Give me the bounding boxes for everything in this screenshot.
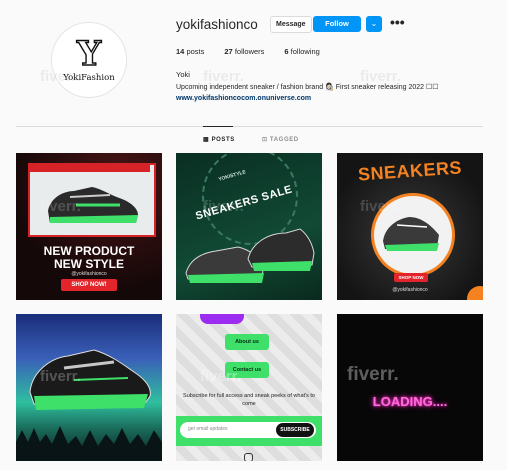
chevron-down-icon: ⌄ [370,19,378,28]
post-1-subheading: NEW STYLE [53,257,124,271]
following-label: following [290,47,320,56]
post-1-handle: @yokifashionco [71,271,107,277]
email-placeholder: get email updates [188,426,228,432]
avatar-logo-name: YokiFashion [63,73,115,83]
post-1-heading: NEW PRODUCT [43,244,135,258]
sneaker-image [383,217,439,251]
post-5-contact-button: Contact us [225,362,269,378]
posts-count: 14 [176,47,185,56]
tab-tagged[interactable]: ⊡ TAGGED [262,136,299,143]
followers-label: followers [234,47,265,56]
sneaker-pair-image [185,228,315,283]
post-6-heading: LOADING.... [372,394,448,409]
forest-silhouette [16,426,162,461]
profile-avatar[interactable]: Y YokiFashion [51,22,127,98]
post-tile-6[interactable]: fiverr. LOADING.... [337,314,483,461]
post-tile-2[interactable]: YOKISTYLE SNEAKERS SALE [176,153,322,300]
post-5-about-button: About us [225,334,269,350]
followers-stat[interactable]: 27 followers [224,47,264,56]
tab-tagged-label: TAGGED [269,137,299,143]
sneaker-image [29,349,151,410]
post-3-handle: @yokifashionco [392,287,428,293]
post-5-subscribe-button: SUBSCRIBE [276,423,314,437]
profile-stats: 14 posts 27 followers 6 following [176,47,340,56]
post-3-cta: SHOP NOW [394,273,428,282]
message-button[interactable]: Message [270,16,312,33]
post-1-cta: SHOP NOW! [61,279,117,291]
follow-button[interactable]: Follow [313,16,361,32]
avatar-logo-letter: Y [76,34,102,74]
profile-username: yokifashionco [176,17,258,32]
post-tile-3[interactable]: SNEAKERS SHOP NOW @yokifashionco [337,153,483,300]
profile-full-name: Yoki [176,70,190,79]
followers-count: 27 [224,47,233,56]
post-tile-5[interactable]: About us Contact us Subscribe for full a… [176,314,322,461]
options-icon[interactable]: ••• [390,14,405,30]
posts-stat: 14 posts [176,47,204,56]
profile-website-link[interactable]: www.yokifashioncocom.onuniverse.com [176,95,311,102]
grid-icon: ▦ [203,137,210,143]
following-count: 6 [284,47,289,56]
post-tile-4[interactable] [16,314,162,461]
frame-titlebar [30,165,150,172]
post-5-text: Subscribe for full access and sneak peek… [183,393,315,407]
active-tab-indicator [203,126,233,127]
instagram-icon [244,453,253,461]
tabs-divider [16,126,483,127]
suggested-accounts-button[interactable]: ⌄ [366,16,382,32]
decorative-blob [200,314,244,324]
tab-posts-label: POSTS [211,137,235,143]
following-stat[interactable]: 6 following [284,47,319,56]
sneaker-image [48,187,138,223]
tab-posts[interactable]: ▦ POSTS [203,136,235,143]
post-6-watermark: fiverr. [347,364,399,385]
tag-icon: ⊡ [262,137,268,143]
profile-bio: Upcoming independent sneaker / fashion b… [176,84,439,91]
posts-label: posts [186,47,205,56]
post-tile-1[interactable]: NEW PRODUCT NEW STYLE @yokifashionco SHO… [16,153,162,300]
